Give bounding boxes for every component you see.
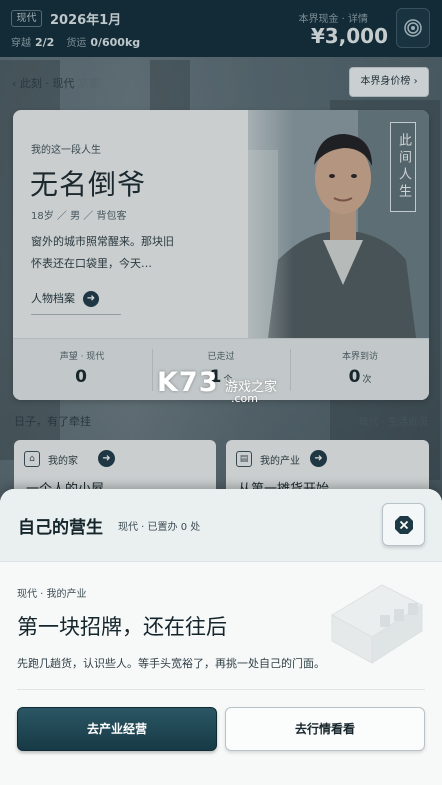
arrow-right-icon: ➜	[98, 450, 115, 467]
section-right-label: 现代 · 生活近况	[358, 417, 428, 428]
spiral-icon	[404, 19, 422, 37]
manage-business-button[interactable]: 去产业经营	[17, 707, 217, 751]
stat-label-cargo: 货运	[66, 38, 87, 49]
portrait-fade	[213, 110, 293, 340]
view-market-button[interactable]: 去行情看看	[225, 707, 425, 751]
shopfront-illustration-icon	[330, 584, 424, 664]
time-travel-button[interactable]	[396, 8, 430, 48]
business-bottom-sheet: 自己的营生 现代 · 已置办 0 处 现代 · 我的产业 第一块招牌，还在往后 …	[0, 489, 442, 785]
stat-label-travel: 穿越	[11, 38, 31, 49]
panel-description: 先跑几趟货，认识些人。等手头宽裕了，再挑一处自己的门面。	[17, 657, 325, 670]
stat-value-cargo: 0/600kg	[90, 36, 141, 49]
close-icon	[394, 515, 413, 534]
location-breadcrumb[interactable]: ‹ 此刻 · 现代 京都	[12, 75, 100, 91]
sheet-header: 自己的营生 现代 · 已置办 0 处	[0, 489, 442, 562]
character-meta: 18岁 ／ 男 ／ 背包客	[31, 211, 127, 222]
character-name: 无名倒爷	[30, 168, 147, 201]
stat-label: 声望 · 现代	[59, 352, 105, 362]
stat-visits: 本界到访 0次	[291, 339, 429, 400]
location-era: ‹ 此刻 · 现代	[12, 77, 75, 90]
era-badge: 现代	[11, 10, 42, 27]
archive-link-label: 人物档案	[31, 292, 75, 305]
archive-underline	[31, 314, 121, 315]
stat-value-travel: 2/2	[35, 36, 55, 49]
location-city: 京都	[77, 77, 100, 90]
stat-label: 本界到访	[341, 352, 378, 362]
house-icon: ⌂	[24, 451, 40, 467]
watermark-logo: K73	[157, 367, 219, 398]
wealth-ranking-button[interactable]: 本界身价榜 ›	[349, 67, 429, 97]
profile-kicker: 我的这一段人生	[31, 145, 101, 156]
shop-icon: ▤	[236, 451, 252, 467]
panel-title: 第一块招牌，还在往后	[17, 615, 227, 639]
arrow-right-icon: ➜	[83, 291, 99, 307]
top-status-bar: 现代 2026年1月 穿越 2/2 货运 0/600kg 本界现金 · 详情 ¥3,0…	[0, 0, 442, 57]
cash-details-link[interactable]: 本界现金 · 详情	[298, 10, 368, 25]
tile-label: 我的家	[48, 456, 78, 467]
character-quote: 窗外的城市照常醒来。那块旧怀表还在口袋里，今天…	[31, 235, 174, 270]
arrow-right-icon: ➜	[310, 450, 327, 467]
panel-kicker: 现代 · 我的产业	[17, 589, 87, 600]
watermark-domain: .com	[231, 392, 258, 405]
life-tag: 此间人生	[390, 122, 416, 212]
stat-label: 已走过	[207, 352, 235, 362]
stat-value: 0	[75, 367, 87, 387]
profile-card: 此间人生 我的这一段人生 无名倒爷 18岁 ／ 男 ／ 背包客 窗外的城市照常醒…	[13, 110, 429, 400]
travel-stats: 穿越 2/2 货运 0/600kg	[11, 34, 152, 49]
divider	[17, 689, 425, 690]
close-button[interactable]	[382, 503, 425, 546]
profile-archive-link[interactable]: 人物档案 ➜	[31, 290, 99, 307]
tile-label: 我的产业	[260, 456, 300, 467]
sheet-subtitle: 现代 · 已置办 0 处	[118, 522, 201, 533]
cash-value: ¥3,000	[310, 24, 388, 48]
stat-value: 0次	[348, 367, 372, 387]
current-date: 2026年1月	[50, 13, 122, 28]
stat-reputation: 声望 · 现代 0	[13, 339, 151, 400]
sheet-title: 自己的营生	[18, 518, 103, 538]
site-watermark: K73 游戏之家 .com	[157, 367, 287, 407]
section-title: 日子，有了牵挂	[14, 415, 91, 428]
